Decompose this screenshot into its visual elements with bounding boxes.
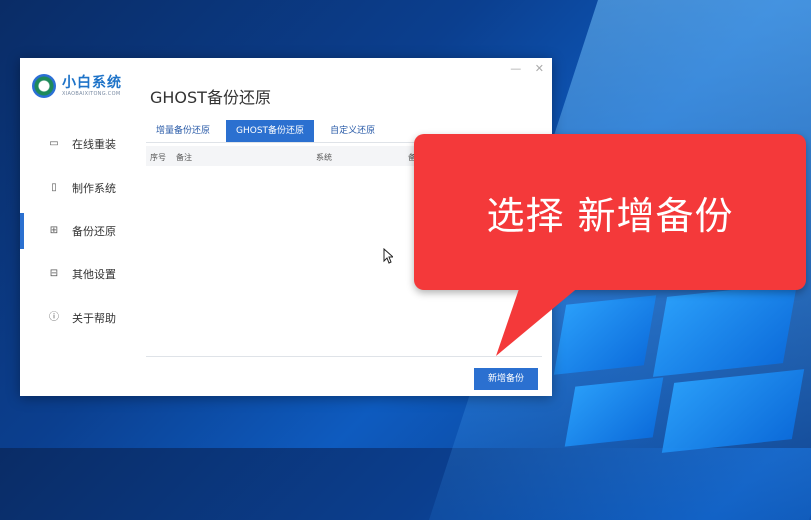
- close-button[interactable]: ✕: [535, 62, 544, 75]
- mouse-cursor-icon: [383, 247, 395, 267]
- logo-subtitle: XIAOBAIXITONG.COM: [62, 90, 121, 97]
- desktop-logo-pane: [553, 295, 657, 375]
- app-logo: 小白系统 XIAOBAIXITONG.COM: [32, 74, 122, 98]
- sidebar-item-make-system[interactable]: ▯ 制作系统: [20, 170, 132, 206]
- sidebar-item-label: 制作系统: [72, 182, 116, 195]
- logo-icon: [32, 74, 56, 98]
- tab-incremental-backup[interactable]: 增量备份还原: [146, 120, 220, 142]
- info-icon: ⓘ: [49, 312, 59, 323]
- table-divider: [146, 356, 542, 357]
- sidebar-item-label: 在线重装: [72, 138, 116, 151]
- usb-icon: ▯: [51, 182, 57, 193]
- sidebar-item-label: 关于帮助: [72, 312, 116, 325]
- sidebar-item-other-settings[interactable]: ⊟ 其他设置: [20, 256, 132, 292]
- desktop-logo-pane: [564, 377, 664, 447]
- column-header-note: 备注: [176, 153, 192, 162]
- column-header-index: 序号: [150, 153, 166, 162]
- instruction-callout: 选择 新增备份: [414, 134, 806, 290]
- minimize-button[interactable]: —: [510, 62, 521, 75]
- sidebar-item-label: 其他设置: [72, 268, 116, 281]
- column-header-system: 系统: [316, 153, 332, 162]
- new-backup-button[interactable]: 新增备份: [474, 368, 538, 390]
- sidebar-item-online-reinstall[interactable]: ▭ 在线重装: [20, 126, 132, 162]
- sidebar-item-backup-restore[interactable]: ⊞ 备份还原: [20, 213, 132, 249]
- monitor-icon: ▭: [49, 138, 59, 149]
- sidebar-item-about-help[interactable]: ⓘ 关于帮助: [20, 300, 132, 336]
- desktop-logo-pane: [652, 283, 798, 377]
- tab-ghost-backup[interactable]: GHOST备份还原: [226, 120, 315, 142]
- sidebar-item-label: 备份还原: [72, 225, 116, 238]
- sidebar: 小白系统 XIAOBAIXITONG.COM ▭ 在线重装 ▯ 制作系统 ⊞ 备…: [20, 58, 132, 396]
- callout-text: 选择 新增备份: [486, 193, 734, 238]
- tab-bar: 增量备份还原 GHOST备份还原 自定义还原: [146, 120, 391, 142]
- briefcase-icon: ⊟: [49, 268, 59, 279]
- page-title: GHOST备份还原: [150, 88, 271, 107]
- grid-icon: ⊞: [49, 225, 59, 236]
- window-controls: — ✕: [500, 62, 544, 75]
- tab-custom-restore[interactable]: 自定义还原: [320, 120, 385, 142]
- logo-title: 小白系统: [62, 74, 122, 91]
